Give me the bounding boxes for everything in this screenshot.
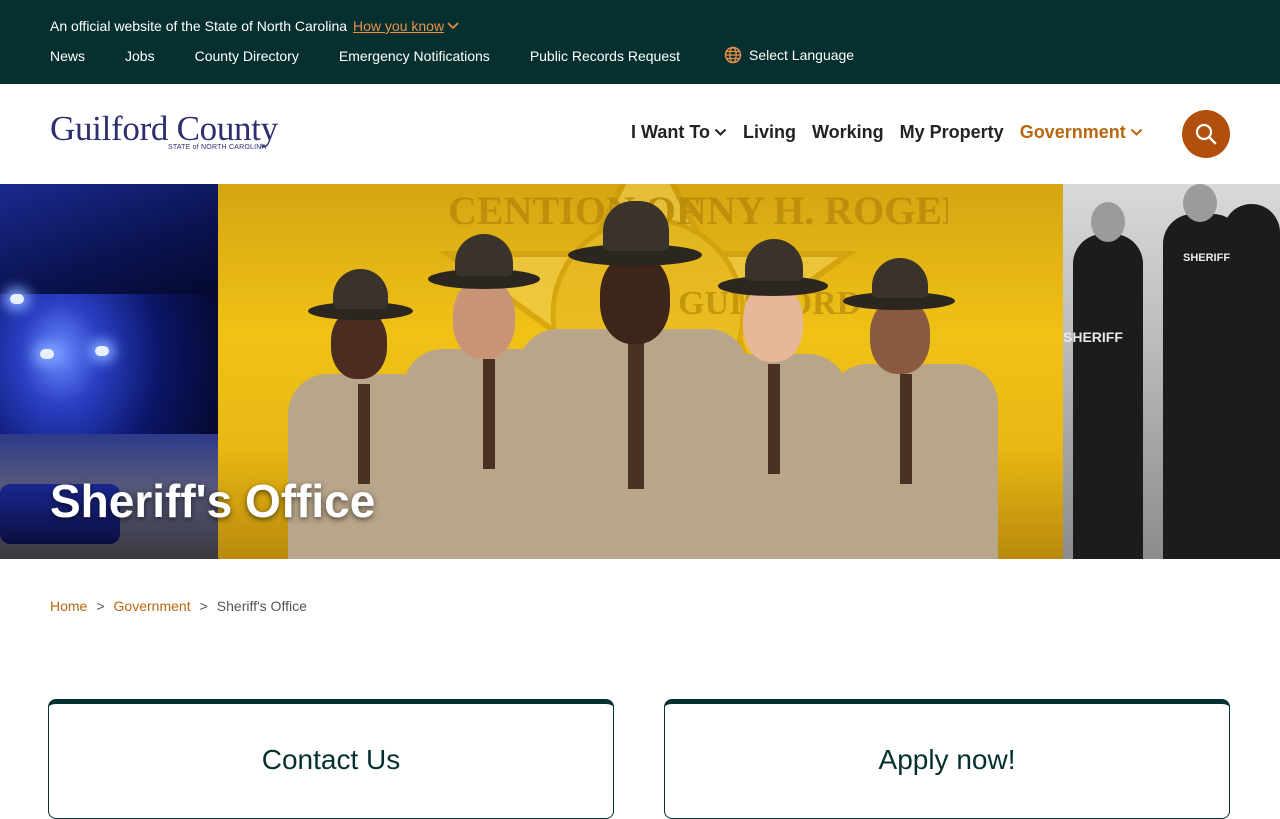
util-link-county-directory[interactable]: County Directory [195,48,299,64]
sheriff-vest-label: SHERIFF [1183,252,1231,264]
utility-bar: An official website of the State of Nort… [0,0,1280,84]
chevron-down-icon [714,128,727,136]
contact-us-card[interactable]: Contact Us [48,699,614,819]
how-you-know-label: How you know [353,18,445,34]
breadcrumb: Home > Government > Sheriff's Office [50,598,307,614]
how-you-know-link[interactable]: How you know [353,18,459,34]
page-title: Sheriff's Office [50,475,376,527]
nav-i-want-to-label: I Want To [631,122,710,142]
official-site-notice: An official website of the State of Nort… [50,18,459,34]
nav-government-label: Government [1019,122,1126,142]
apply-now-title: Apply now! [878,744,1016,775]
nav-working-label: Working [811,122,884,142]
nav-government[interactable]: Government [1020,122,1143,143]
guilford-county-logo[interactable]: Guilford County STATE of NORTH CAROLINA [50,109,278,151]
util-link-news[interactable]: News [50,48,85,64]
apply-now-card[interactable]: Apply now! [664,699,1230,819]
headlight [95,346,109,356]
badge-text-2: NNY H. ROGERS [678,188,948,233]
bridge-underside [0,184,218,294]
logo-subtitle: STATE of NORTH CAROLINA [168,144,267,151]
breadcrumb-separator: > [96,598,105,614]
select-language-button[interactable]: Select Language [724,45,854,64]
nav-living-label: Living [742,122,796,142]
select-language-label: Select Language [749,46,855,63]
official-site-text: An official website of the State of Nort… [50,18,348,34]
util-link-jobs[interactable]: Jobs [125,48,155,64]
nav-working[interactable]: Working [812,122,884,143]
utility-nav: News Jobs County Directory Emergency Not… [50,45,854,64]
sheriff-deputies-hallway-image: SHERIFF SHERIFF [1063,184,1280,559]
nav-my-property[interactable]: My Property [900,122,1004,143]
util-link-public-records-request[interactable]: Public Records Request [530,48,680,64]
nav-i-want-to[interactable]: I Want To [631,122,727,143]
nav-living[interactable]: Living [743,122,796,143]
site-header: Guilford County STATE of NORTH CAROLINA … [0,84,1280,184]
search-icon [1195,123,1217,145]
util-link-emergency-notifications[interactable]: Emergency Notifications [339,48,490,64]
search-button[interactable] [1182,110,1230,158]
siren-light [10,294,24,304]
chevron-down-icon [447,22,459,30]
globe-icon [724,46,742,63]
contact-us-title: Contact Us [261,744,401,775]
nav-my-property-label: My Property [899,122,1004,142]
breadcrumb-government[interactable]: Government [114,598,191,614]
headlight [40,349,54,359]
breadcrumb-current: Sheriff's Office [216,598,307,614]
sheriff-vest-label: SHERIFF [1063,329,1123,345]
breadcrumb-home[interactable]: Home [50,598,87,614]
main-nav: I Want To Living Working My Property Gov… [631,122,1143,143]
logo-name: Guilford County [50,109,278,148]
hero-banner: CENTION OF NNY H. ROGERS GUILFORD [0,184,1280,559]
breadcrumb-separator: > [199,598,208,614]
chevron-down-icon [1130,128,1142,136]
